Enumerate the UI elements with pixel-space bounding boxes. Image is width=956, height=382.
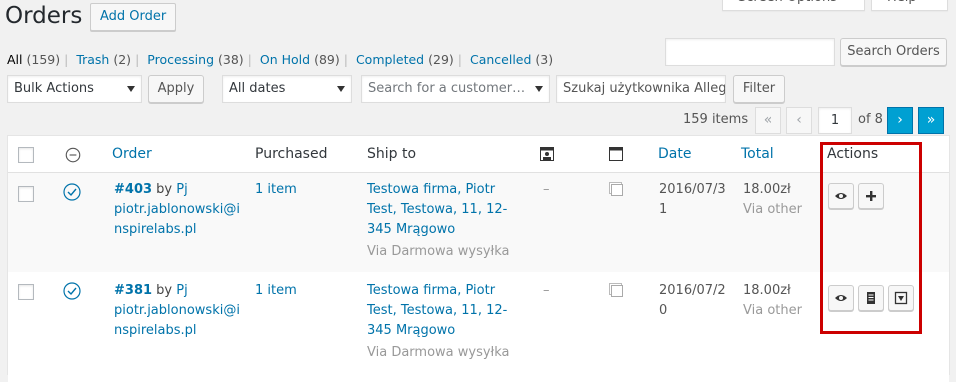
customer-message-empty: – [543, 283, 550, 298]
last-page-button[interactable]: » [918, 107, 944, 134]
order-date-line-2: 1 [659, 202, 668, 217]
total-pages: of 8 [858, 112, 883, 127]
order-date-line-1: 2016/07/3 [659, 182, 726, 197]
order-info: #381 by Pj piotr.jablonowski@i nspirelab… [114, 281, 244, 341]
order-date-line-1: 2016/07/2 [659, 283, 726, 298]
view-on-hold-count: (89) [314, 52, 340, 67]
customer-email-link[interactable]: piotr.jablonowski@i [114, 202, 240, 217]
next-page-button[interactable]: › [887, 107, 913, 134]
view-processing-count: (38) [218, 52, 244, 67]
row-checkbox[interactable] [18, 186, 34, 202]
order-notes-icon [609, 283, 623, 297]
ship-to-address: Testowa firma, Piotr Test, Testowa, 11, … [367, 180, 517, 264]
customer-name-link[interactable]: Pj [176, 283, 187, 298]
row-checkbox[interactable] [18, 284, 34, 300]
processing-status-icon [63, 282, 81, 300]
order-total: 18.00zł Via other [743, 180, 802, 220]
view-completed[interactable]: Completed [356, 52, 424, 67]
filter-button[interactable]: Filter [733, 75, 785, 103]
bulk-actions-select[interactable]: Bulk Actions [7, 75, 142, 103]
customer-search-placeholder: Search for a customer… [368, 81, 526, 96]
customer-message-icon [540, 147, 554, 161]
customer-name-link[interactable]: Pj [176, 182, 187, 197]
ship-to-address: Testowa firma, Piotr Test, Testowa, 11, … [367, 281, 517, 365]
purchased-items-link[interactable]: 1 item [255, 281, 297, 301]
order-notes-icon [609, 182, 623, 196]
order-by: by [156, 182, 173, 197]
allegro-user-search-input[interactable]: Szukaj użytkownika Alleg [556, 75, 726, 103]
customer-search-select[interactable]: Search for a customer… [361, 75, 550, 103]
ship-address-line-1[interactable]: Testowa firma, Piotr [367, 182, 495, 197]
dates-select[interactable]: All dates [222, 75, 352, 103]
customer-message-empty: – [543, 182, 550, 197]
allegro-user-search-placeholder: Szukaj użytkownika Alleg [563, 81, 726, 96]
table-header: Order Purchased Ship to Date Total Actio… [8, 136, 949, 173]
order-total-amount: 18.00zł [743, 182, 791, 197]
view-processing[interactable]: Processing [147, 52, 214, 67]
first-page-button[interactable]: « [755, 107, 781, 134]
ship-address-line-3[interactable]: 345 Mrągowo [367, 222, 455, 237]
order-date: 2016/07/3 1 [659, 180, 726, 220]
chevron-down-icon [337, 86, 345, 92]
processing-status-icon [63, 183, 81, 201]
search-orders-input[interactable] [665, 38, 835, 66]
order-notes-icon [609, 147, 623, 161]
order-total-amount: 18.00zł [743, 283, 791, 298]
bulk-actions-value: Bulk Actions [14, 81, 94, 96]
customer-email-link[interactable]: piotr.jablonowski@i [114, 303, 240, 318]
items-count: 159 items [683, 112, 749, 127]
order-by: by [156, 283, 173, 298]
select-all-checkbox[interactable] [18, 147, 34, 163]
column-ship-to: Ship to [367, 146, 417, 162]
status-views: All (159) | Trash (2) | Processing (38) | O… [7, 52, 554, 67]
view-all-count: (159) [26, 52, 61, 67]
column-date[interactable]: Date [658, 146, 691, 162]
dates-value: All dates [229, 81, 286, 96]
order-number-link[interactable]: #381 [114, 283, 152, 298]
view-all[interactable]: All [7, 52, 23, 67]
payment-method: Via other [743, 202, 802, 217]
shipping-method: Via Darmowa wysyłka [367, 345, 510, 360]
current-page-input[interactable]: 1 [818, 107, 852, 134]
customer-email-link-continued[interactable]: nspirelabs.pl [114, 323, 197, 338]
order-total: 18.00zł Via other [743, 281, 802, 321]
order-date-line-2: 0 [659, 303, 668, 318]
ship-address-line-1[interactable]: Testowa firma, Piotr [367, 283, 495, 298]
column-purchased: Purchased [255, 146, 328, 162]
actions-highlight-box [820, 142, 922, 334]
status-circle-icon [65, 147, 81, 163]
order-info: #403 by Pj piotr.jablonowski@i nspirelab… [114, 180, 244, 240]
customer-email-link-continued[interactable]: nspirelabs.pl [114, 222, 197, 237]
screen-options-button[interactable]: Screen Options [722, 0, 865, 11]
view-trash[interactable]: Trash [76, 52, 109, 67]
ship-address-line-3[interactable]: 345 Mrągowo [367, 323, 455, 338]
view-trash-count: (2) [113, 52, 132, 67]
help-button[interactable]: Help [871, 0, 948, 11]
order-date: 2016/07/2 0 [659, 281, 726, 321]
column-total[interactable]: Total [741, 146, 774, 162]
view-on-hold[interactable]: On Hold [260, 52, 310, 67]
table-row: #381 by Pj piotr.jablonowski@i nspirelab… [8, 272, 949, 382]
table-row: #403 by Pj piotr.jablonowski@i nspirelab… [8, 173, 949, 272]
view-cancelled[interactable]: Cancelled [470, 52, 531, 67]
column-order[interactable]: Order [112, 146, 152, 162]
order-number-link[interactable]: #403 [114, 182, 152, 197]
payment-method: Via other [743, 303, 802, 318]
prev-page-button[interactable]: ‹ [786, 107, 812, 134]
apply-button[interactable]: Apply [148, 75, 204, 103]
purchased-items-link[interactable]: 1 item [255, 180, 297, 200]
chevron-down-icon [535, 86, 543, 92]
search-orders-button[interactable]: Search Orders [840, 38, 947, 66]
ship-address-line-2[interactable]: Test, Testowa, 11, 12- [367, 303, 507, 318]
add-order-button[interactable]: Add Order [90, 3, 177, 31]
page-title: Orders [5, 3, 83, 29]
orders-table: Order Purchased Ship to Date Total Actio… [7, 135, 950, 382]
view-cancelled-count: (3) [535, 52, 554, 67]
shipping-method: Via Darmowa wysyłka [367, 244, 510, 259]
chevron-down-icon [127, 86, 135, 92]
ship-address-line-2[interactable]: Test, Testowa, 11, 12- [367, 202, 507, 217]
view-completed-count: (29) [428, 52, 454, 67]
